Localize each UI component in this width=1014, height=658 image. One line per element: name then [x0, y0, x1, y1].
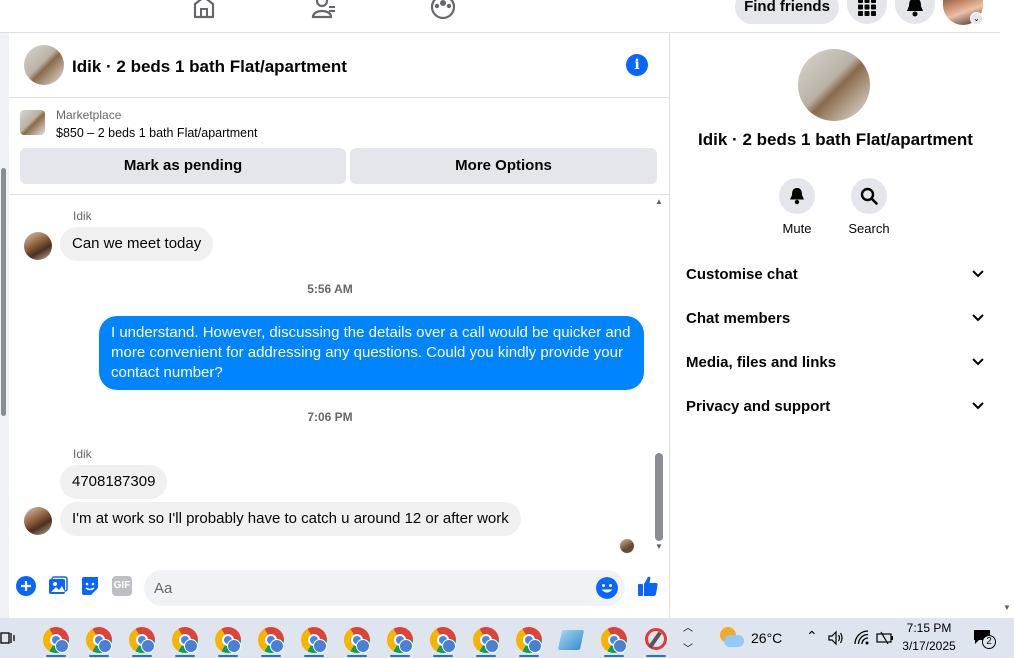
search-label: Search	[848, 221, 890, 236]
chrome-app-icon[interactable]	[428, 625, 458, 657]
bell-icon	[790, 188, 804, 205]
info-icon[interactable]: i	[626, 54, 648, 76]
mark-pending-button[interactable]: Mark as pending	[20, 148, 346, 184]
search-button[interactable]: Search	[839, 178, 899, 236]
chrome-app-icon[interactable]	[213, 625, 243, 657]
mute-label: Mute	[782, 221, 812, 236]
scroll-up-arrow-icon[interactable]: ▲	[654, 197, 664, 206]
snipping-tool-icon[interactable]	[641, 625, 671, 657]
listing-thumbnail[interactable]	[24, 45, 64, 85]
section-privacy-support[interactable]: Privacy and support	[686, 392, 986, 422]
chrome-app-icon[interactable]	[471, 625, 501, 657]
message-composer: GIF	[9, 563, 670, 613]
message-timestamp: 5:56 AM	[307, 282, 353, 296]
chrome-app-icon[interactable]	[342, 625, 372, 657]
chrome-app-icon[interactable]	[41, 625, 71, 657]
message-input[interactable]	[154, 570, 584, 606]
chat-details-panel: Idik · 2 beds 1 bath Flat/apartment Mute…	[671, 33, 1000, 618]
chat-header: Idik · 2 beds 1 bath Flat/apartment i	[9, 33, 670, 98]
task-view-icon[interactable]	[0, 630, 16, 646]
notepad-app-icon[interactable]	[556, 625, 586, 655]
marketplace-bar: Marketplace $850 – 2 beds 1 bath Flat/ap…	[9, 98, 670, 195]
chrome-app-icon[interactable]	[514, 625, 544, 657]
section-label: Customise chat	[686, 266, 798, 283]
seen-indicator-avatar	[620, 539, 634, 553]
listing-photo[interactable]	[798, 49, 870, 121]
chrome-app-icon[interactable]	[170, 625, 200, 657]
chrome-app-icon[interactable]	[599, 625, 629, 657]
volume-icon[interactable]	[828, 630, 844, 646]
details-title: Idik · 2 beds 1 bath Flat/apartment	[698, 130, 973, 149]
more-options-button[interactable]: More Options	[350, 148, 657, 184]
message-sender: Idik	[73, 209, 92, 223]
weather-temperature[interactable]: 26°C	[751, 630, 782, 646]
weather-icon[interactable]	[718, 625, 744, 651]
left-scrollbar[interactable]	[1, 168, 6, 416]
section-label: Chat members	[686, 310, 791, 327]
thumbs-up-icon[interactable]	[637, 575, 659, 597]
menu-grid-icon	[858, 0, 876, 16]
chat-scrollbar-thumb[interactable]	[655, 453, 663, 541]
avatar[interactable]	[24, 232, 52, 260]
gif-icon[interactable]: GIF	[112, 576, 132, 596]
find-friends-button[interactable]: Find friends	[735, 0, 839, 24]
scroll-down-arrow-icon[interactable]: ▼	[654, 542, 664, 551]
groups-icon[interactable]	[430, 0, 456, 20]
message-bubble-incoming[interactable]: 4708187309	[60, 465, 168, 499]
section-customise-chat[interactable]: Customise chat	[686, 260, 986, 290]
message-bubble-outgoing[interactable]: I understand. However, discussing the de…	[99, 316, 644, 390]
message-sender: Idik	[73, 447, 92, 461]
tray-expand-down-icon[interactable]: ﹀	[683, 640, 693, 655]
listing-thumbnail-small[interactable]	[20, 110, 45, 135]
home-icon[interactable]	[191, 0, 217, 20]
message-bubble-incoming[interactable]: Can we meet today	[60, 227, 214, 261]
chat-title[interactable]: Idik · 2 beds 1 bath Flat/apartment	[72, 57, 347, 77]
page-scrollbar[interactable]	[1000, 33, 1014, 618]
marketplace-label: Marketplace	[56, 108, 122, 122]
chrome-app-icon[interactable]	[256, 625, 286, 657]
chevron-down-icon	[972, 402, 984, 410]
windows-taskbar: ︿ ﹀ 26°C ⌃ 7:15 PM 3/17/2025 2	[0, 618, 1014, 658]
section-label: Media, files and links	[686, 354, 837, 371]
section-label: Privacy and support	[686, 398, 831, 415]
plus-icon[interactable]	[16, 576, 36, 596]
search-icon	[860, 187, 878, 205]
section-chat-members[interactable]: Chat members	[686, 304, 986, 334]
tray-expand-up-icon[interactable]: ︿	[683, 619, 693, 634]
avatar[interactable]	[24, 507, 52, 535]
clock-time[interactable]: 7:15 PM	[906, 621, 952, 635]
message-input-wrapper[interactable]	[144, 570, 625, 606]
chrome-app-icon[interactable]	[84, 625, 114, 657]
mute-button[interactable]: Mute	[767, 178, 827, 236]
notifications-icon	[907, 0, 923, 17]
emoji-icon[interactable]	[596, 577, 618, 599]
photo-icon[interactable]	[48, 576, 68, 596]
chevron-down-icon	[972, 270, 984, 278]
message-timestamp: 7:06 PM	[307, 410, 353, 424]
wifi-icon[interactable]	[853, 630, 871, 646]
message-bubble-incoming[interactable]: I'm at work so I'll probably have to cat…	[60, 502, 521, 536]
notification-center-button[interactable]: 2	[973, 629, 996, 649]
listing-price[interactable]: $850 – 2 beds 1 bath Flat/apartment	[56, 126, 258, 140]
section-media-files-links[interactable]: Media, files and links	[686, 348, 986, 378]
chevron-up-icon[interactable]: ⌃	[806, 628, 818, 645]
sticker-icon[interactable]	[80, 576, 100, 596]
menu-button[interactable]	[847, 0, 887, 24]
chrome-app-icon[interactable]	[385, 625, 415, 657]
notification-count-badge: 2	[982, 635, 996, 649]
chrome-app-icon[interactable]	[127, 625, 157, 657]
friends-icon[interactable]	[311, 0, 337, 20]
page-scroll-down-icon[interactable]: ▼	[1003, 603, 1011, 612]
chevron-down-icon[interactable]: ⌄	[970, 12, 983, 25]
notifications-button[interactable]	[895, 0, 935, 24]
top-nav: Find friends ⌄	[0, 0, 1000, 33]
chevron-down-icon	[972, 358, 984, 366]
chat-pane: Idik · 2 beds 1 bath Flat/apartment i Ma…	[9, 33, 670, 618]
chrome-app-icon[interactable]	[299, 625, 329, 657]
chevron-down-icon	[972, 314, 984, 322]
message-list[interactable]: Idik Can we meet today 5:56 AM I underst…	[9, 196, 670, 556]
battery-icon[interactable]	[876, 630, 894, 646]
clock-date[interactable]: 3/17/2025	[900, 639, 958, 653]
